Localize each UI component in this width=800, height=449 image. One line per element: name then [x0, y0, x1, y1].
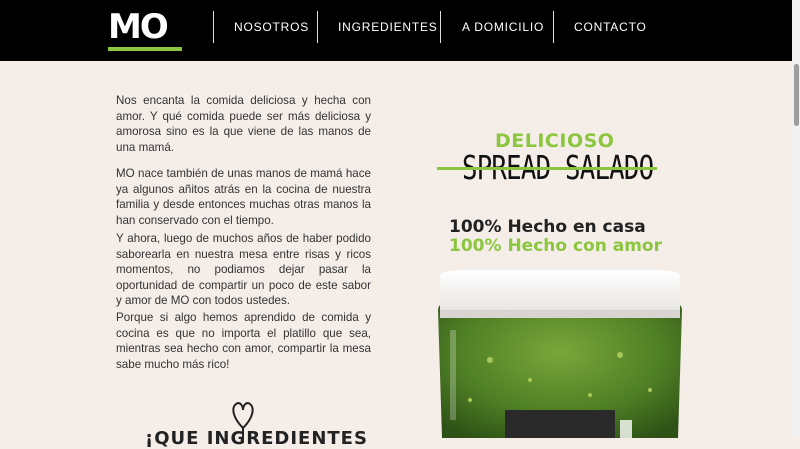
about-paragraph: Y ahora, luego de muchos años de haber p… — [116, 232, 371, 308]
nav-separator — [317, 11, 318, 43]
spread-jar-image — [410, 270, 710, 438]
about-paragraph: MO nace también de unas manos de mamá ha… — [116, 167, 371, 227]
scrollbar-thumb[interactable] — [794, 64, 799, 126]
nav-item-contacto[interactable]: CONTACTO — [574, 11, 647, 43]
nav-separator — [440, 11, 441, 43]
product-claim-2: 100% Hecho con amor — [449, 236, 662, 256]
nav-separator — [553, 11, 554, 43]
about-paragraph: Nos encanta la comida deliciosa y hecha … — [116, 94, 371, 154]
nav-item-nosotros[interactable]: NOSOTROS — [234, 11, 309, 43]
nav-item-ingredientes[interactable]: INGREDIENTES — [338, 11, 438, 43]
title-strike-line — [437, 167, 657, 170]
mo-logo[interactable]: MO — [108, 7, 182, 54]
scrollbar[interactable] — [792, 0, 800, 438]
nav-item-a-domicilio[interactable]: A DOMICILIO — [462, 11, 544, 43]
logo-underline — [108, 47, 182, 51]
nav-separator — [213, 11, 214, 43]
product-claim-1: 100% Hecho en casa — [449, 217, 646, 237]
about-paragraph: Porque si algo hemos aprendido de comida… — [116, 311, 371, 371]
top-navigation-bar: MO NOSOTROS INGREDIENTES A DOMICILIO CON… — [0, 0, 800, 61]
logo-text: MO — [108, 7, 169, 47]
section-heading: ¡QUE INGREDIENTES — [145, 428, 368, 449]
